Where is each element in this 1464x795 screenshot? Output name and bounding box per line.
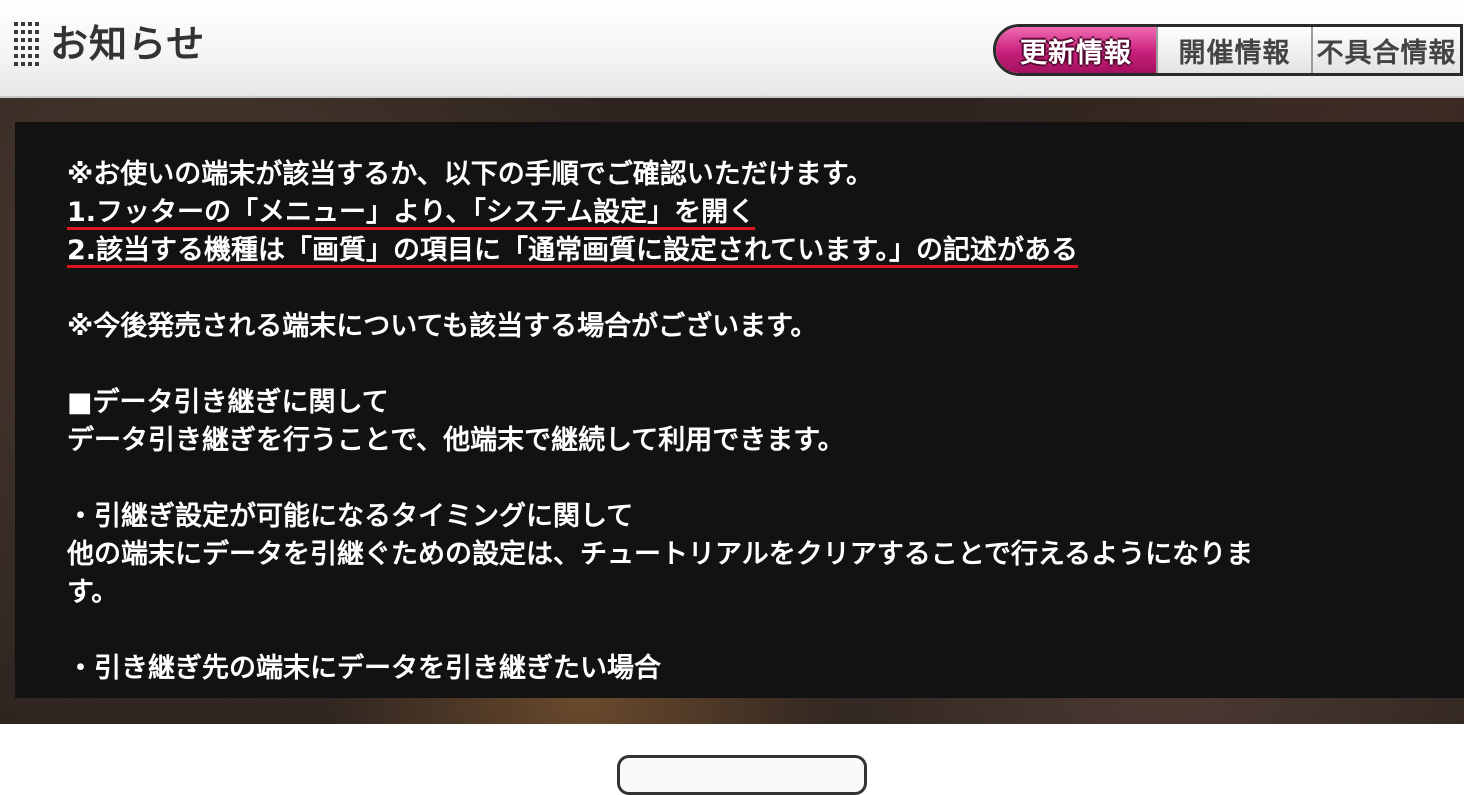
notice-line: 他の端末にデータを引継ぐための設定は、チュートリアルをクリアすることで行えるよう…	[67, 539, 1254, 570]
notice-line: す。	[67, 577, 119, 608]
notice-body: ※お使いの端末が該当するか、以下の手順でご確認いただけます。 1.フッターの「メ…	[67, 156, 1387, 688]
tab-event-info[interactable]: 開催情報	[1156, 27, 1311, 73]
page-title: お知らせ	[50, 22, 206, 66]
notice-line-step-1: 1.フッターの「メニュー」より、「システム設定」を開く	[67, 197, 756, 228]
menu-grid-icon	[14, 22, 42, 66]
notice-line: データ引き継ぎを行うことで、他端末で継続して利用できます。	[67, 425, 845, 456]
tab-update-info[interactable]: 更新情報	[996, 27, 1156, 73]
notice-line: ※今後発売される端末についても該当する場合がございます。	[67, 311, 818, 342]
close-button[interactable]	[617, 755, 867, 795]
header-bar: お知らせ 更新情報 開催情報 不具合情報	[0, 0, 1464, 98]
notice-subheading: ・引継ぎ設定が可能になるタイミングに関して	[67, 501, 634, 532]
notice-line: ※お使いの端末が該当するか、以下の手順でご確認いただけます。	[67, 159, 874, 190]
notice-subheading: ・引き継ぎ先の端末にデータを引き継ぎたい場合	[67, 653, 661, 684]
notice-tabs: 更新情報 開催情報 不具合情報	[993, 24, 1463, 76]
notice-line-step-2: 2.該当する機種は「画質」の項目に「通常画質に設定されています。」の記述がある	[67, 235, 1079, 266]
tab-bug-info[interactable]: 不具合情報	[1311, 27, 1460, 73]
notice-section-heading: ■データ引き継ぎに関して	[67, 387, 389, 418]
